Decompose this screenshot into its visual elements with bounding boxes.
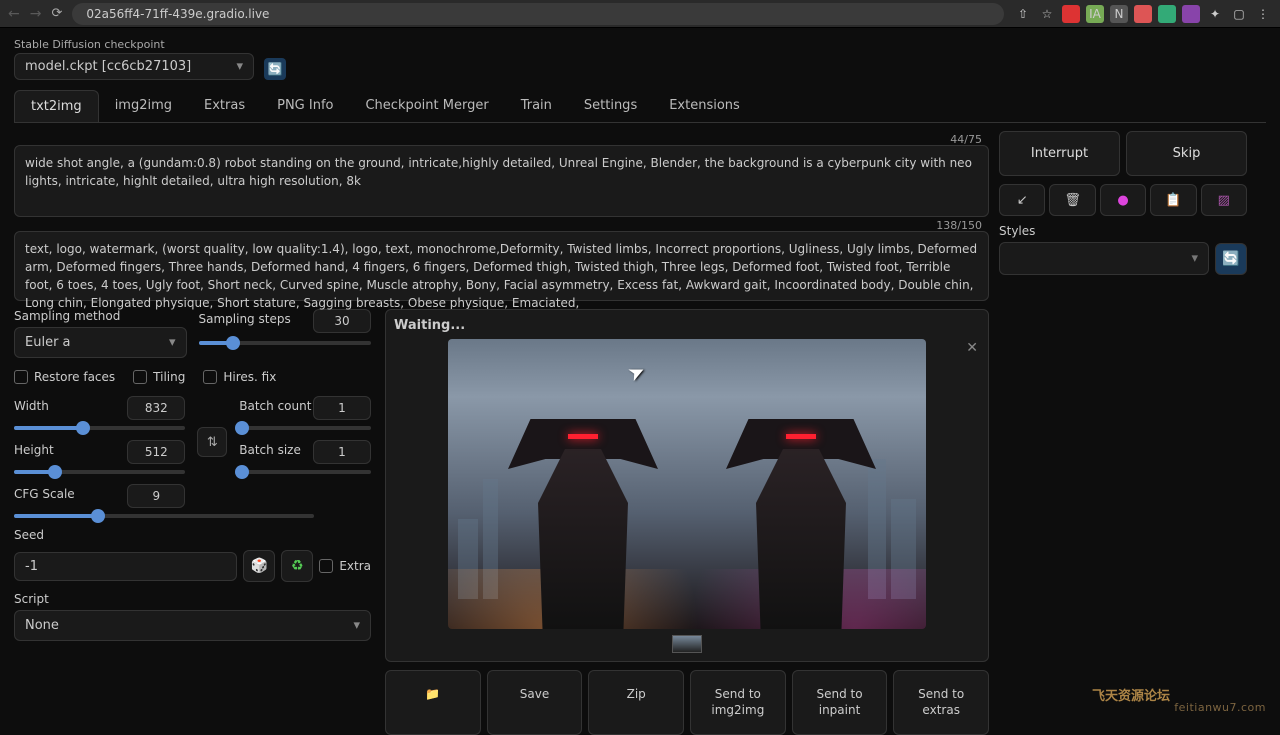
- chevron-down-icon: ▾: [169, 335, 176, 350]
- arrow-tool-button[interactable]: ↙: [999, 184, 1045, 216]
- preview-container: Waiting... ✕: [385, 309, 989, 662]
- tab-train[interactable]: Train: [505, 90, 568, 122]
- sampling-steps-input[interactable]: 30: [313, 309, 371, 333]
- swap-dimensions-button[interactable]: ⇅: [197, 427, 227, 457]
- seed-input[interactable]: -1: [14, 552, 237, 581]
- checkpoint-label: Stable Diffusion checkpoint: [14, 38, 254, 51]
- negative-prompt-input[interactable]: 138/150 text, logo, watermark, (worst qu…: [14, 231, 989, 301]
- script-value: None: [25, 618, 59, 633]
- batch-size-input[interactable]: 1: [313, 440, 371, 464]
- batch-size-label: Batch size: [239, 443, 301, 457]
- preview-thumbnail[interactable]: [672, 635, 702, 653]
- tab-txt2img[interactable]: txt2img: [14, 90, 99, 122]
- skip-button[interactable]: Skip: [1126, 131, 1247, 176]
- height-label: Height: [14, 443, 54, 457]
- window-icon[interactable]: ▢: [1230, 5, 1248, 23]
- send-to-extras-button[interactable]: Send to extras: [893, 670, 989, 735]
- ext-icon-1[interactable]: [1062, 5, 1080, 23]
- tab-extensions[interactable]: Extensions: [653, 90, 756, 122]
- preview-image[interactable]: [448, 339, 926, 629]
- chevron-down-icon: ▾: [236, 59, 243, 74]
- forward-arrow[interactable]: →: [30, 6, 42, 22]
- refresh-checkpoint-button[interactable]: 🔄: [264, 58, 286, 80]
- extra-seed-check[interactable]: Extra: [319, 559, 371, 573]
- height-input[interactable]: 512: [127, 440, 185, 464]
- reuse-seed-button[interactable]: ♻: [281, 550, 313, 582]
- watermark-text-2: 飞天资源论坛: [1092, 685, 1170, 704]
- send-to-inpaint-button[interactable]: Send to inpaint: [792, 670, 888, 735]
- tab-settings[interactable]: Settings: [568, 90, 653, 122]
- prompt-text: wide shot angle, a (gundam:0.8) robot st…: [25, 156, 972, 188]
- batch-size-slider[interactable]: [239, 470, 371, 474]
- restore-faces-check[interactable]: Restore faces: [14, 370, 115, 384]
- tab-extras[interactable]: Extras: [188, 90, 261, 122]
- styles-label: Styles: [999, 224, 1247, 238]
- ext-icon-2[interactable]: IA: [1086, 5, 1104, 23]
- negative-prompt-text: text, logo, watermark, (worst quality, l…: [25, 242, 977, 310]
- paint-tool-button[interactable]: ●: [1100, 184, 1146, 216]
- clipboard-tool-button[interactable]: 📋: [1150, 184, 1196, 216]
- interrupt-button[interactable]: Interrupt: [999, 131, 1120, 176]
- ext-icon-4[interactable]: [1134, 5, 1152, 23]
- height-slider[interactable]: [14, 470, 185, 474]
- tab-pnginfo[interactable]: PNG Info: [261, 90, 349, 122]
- random-seed-button[interactable]: 🎲: [243, 550, 275, 582]
- reload-icon[interactable]: ⟳: [51, 6, 62, 21]
- star-icon[interactable]: ☆: [1038, 5, 1056, 23]
- apply-styles-button[interactable]: 🔄: [1215, 243, 1247, 275]
- hires-fix-check[interactable]: Hires. fix: [203, 370, 276, 384]
- cfg-slider[interactable]: [14, 514, 314, 518]
- trash-tool-button[interactable]: 🗑: [1049, 184, 1095, 216]
- styles-select[interactable]: ▾: [999, 242, 1209, 275]
- ext-icon-5[interactable]: [1158, 5, 1176, 23]
- width-slider[interactable]: [14, 426, 185, 430]
- preview-status: Waiting...: [394, 318, 980, 333]
- zip-button[interactable]: Zip: [588, 670, 684, 735]
- open-folder-button[interactable]: 📁: [385, 670, 481, 735]
- menu-icon[interactable]: ⋮: [1254, 5, 1272, 23]
- ext-icon-3[interactable]: N: [1110, 5, 1128, 23]
- back-arrow[interactable]: ←: [8, 6, 20, 22]
- puzzle-icon[interactable]: ✦: [1206, 5, 1224, 23]
- sampling-steps-label: Sampling steps: [199, 312, 291, 326]
- share-icon[interactable]: ⇧: [1014, 5, 1032, 23]
- checkpoint-select[interactable]: model.ckpt [cc6cb27103] ▾: [14, 53, 254, 80]
- batch-count-input[interactable]: 1: [313, 396, 371, 420]
- send-to-img2img-button[interactable]: Send to img2img: [690, 670, 786, 735]
- checkpoint-value: model.ckpt [cc6cb27103]: [25, 59, 191, 74]
- ext-icon-6[interactable]: [1182, 5, 1200, 23]
- save-button[interactable]: Save: [487, 670, 583, 735]
- sampling-steps-slider[interactable]: [199, 341, 372, 345]
- image-tool-button[interactable]: ▨: [1201, 184, 1247, 216]
- sampling-method-value: Euler a: [25, 335, 71, 350]
- browser-chrome: ← → ⟳ 02a56ff4-71ff-439e.gradio.live ⇧ ☆…: [0, 0, 1280, 28]
- script-select[interactable]: None ▾: [14, 610, 371, 641]
- prompt-token-count: 44/75: [950, 132, 982, 149]
- chevron-down-icon: ▾: [353, 618, 360, 633]
- batch-count-label: Batch count: [239, 399, 311, 413]
- watermark-text: feitianwu7.com: [1174, 701, 1266, 714]
- width-input[interactable]: 832: [127, 396, 185, 420]
- sampling-method-select[interactable]: Euler a ▾: [14, 327, 187, 358]
- width-label: Width: [14, 399, 49, 413]
- tab-img2img[interactable]: img2img: [99, 90, 188, 122]
- chevron-down-icon: ▾: [1191, 251, 1198, 266]
- seed-label: Seed: [14, 528, 371, 542]
- cfg-input[interactable]: 9: [127, 484, 185, 508]
- close-preview-icon[interactable]: ✕: [966, 340, 978, 356]
- tiling-check[interactable]: Tiling: [133, 370, 185, 384]
- batch-count-slider[interactable]: [239, 426, 371, 430]
- cfg-label: CFG Scale: [14, 487, 75, 501]
- script-label: Script: [14, 592, 371, 606]
- negative-prompt-token-count: 138/150: [936, 218, 982, 235]
- tab-checkpoint-merger[interactable]: Checkpoint Merger: [349, 90, 504, 122]
- prompt-input[interactable]: 44/75 wide shot angle, a (gundam:0.8) ro…: [14, 145, 989, 217]
- main-tabs: txt2img img2img Extras PNG Info Checkpoi…: [14, 90, 1266, 123]
- url-bar[interactable]: 02a56ff4-71ff-439e.gradio.live: [72, 3, 1004, 25]
